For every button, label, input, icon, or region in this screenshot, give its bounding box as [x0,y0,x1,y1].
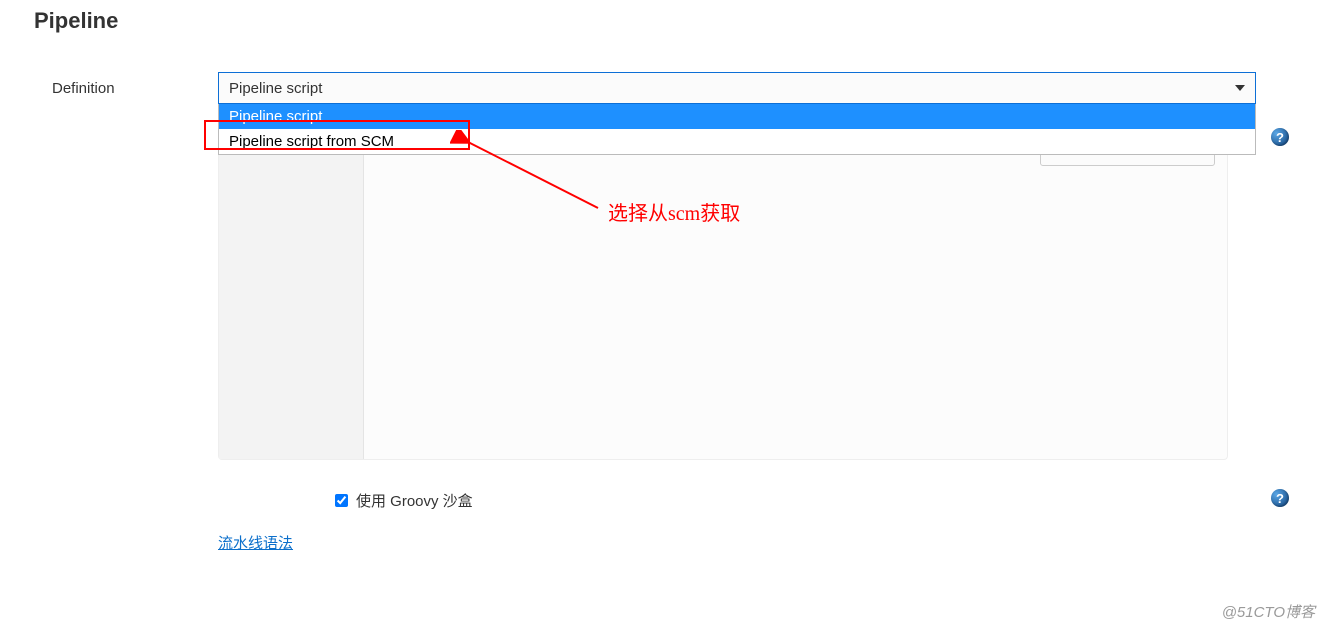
section-title: Pipeline [0,0,1323,34]
definition-option-pipeline-script[interactable]: Pipeline script [219,104,1255,129]
definition-select-value: Pipeline script [229,80,322,97]
script-editor[interactable] [218,145,1228,460]
editor-gutter [219,146,364,459]
groovy-sandbox-checkbox[interactable] [335,494,348,507]
help-icon[interactable]: ? [1271,128,1289,146]
definition-dropdown: Pipeline script Pipeline script from SCM [218,104,1256,155]
watermark: @51CTO博客 [1222,601,1315,622]
chevron-down-icon [1235,85,1245,91]
groovy-sandbox-label: 使用 Groovy 沙盒 [356,490,473,511]
definition-option-pipeline-script-from-scm[interactable]: Pipeline script from SCM [219,129,1255,154]
definition-control: Pipeline script Pipeline script Pipeline… [218,72,1323,104]
pipeline-syntax-link[interactable]: 流水线语法 [218,532,293,553]
help-icon[interactable]: ? [1271,489,1289,507]
definition-label: Definition [0,72,218,97]
sandbox-row: 使用 Groovy 沙盒 [335,490,473,511]
definition-select[interactable]: Pipeline script [218,72,1256,104]
definition-row: Definition Pipeline script Pipeline scri… [0,34,1323,104]
